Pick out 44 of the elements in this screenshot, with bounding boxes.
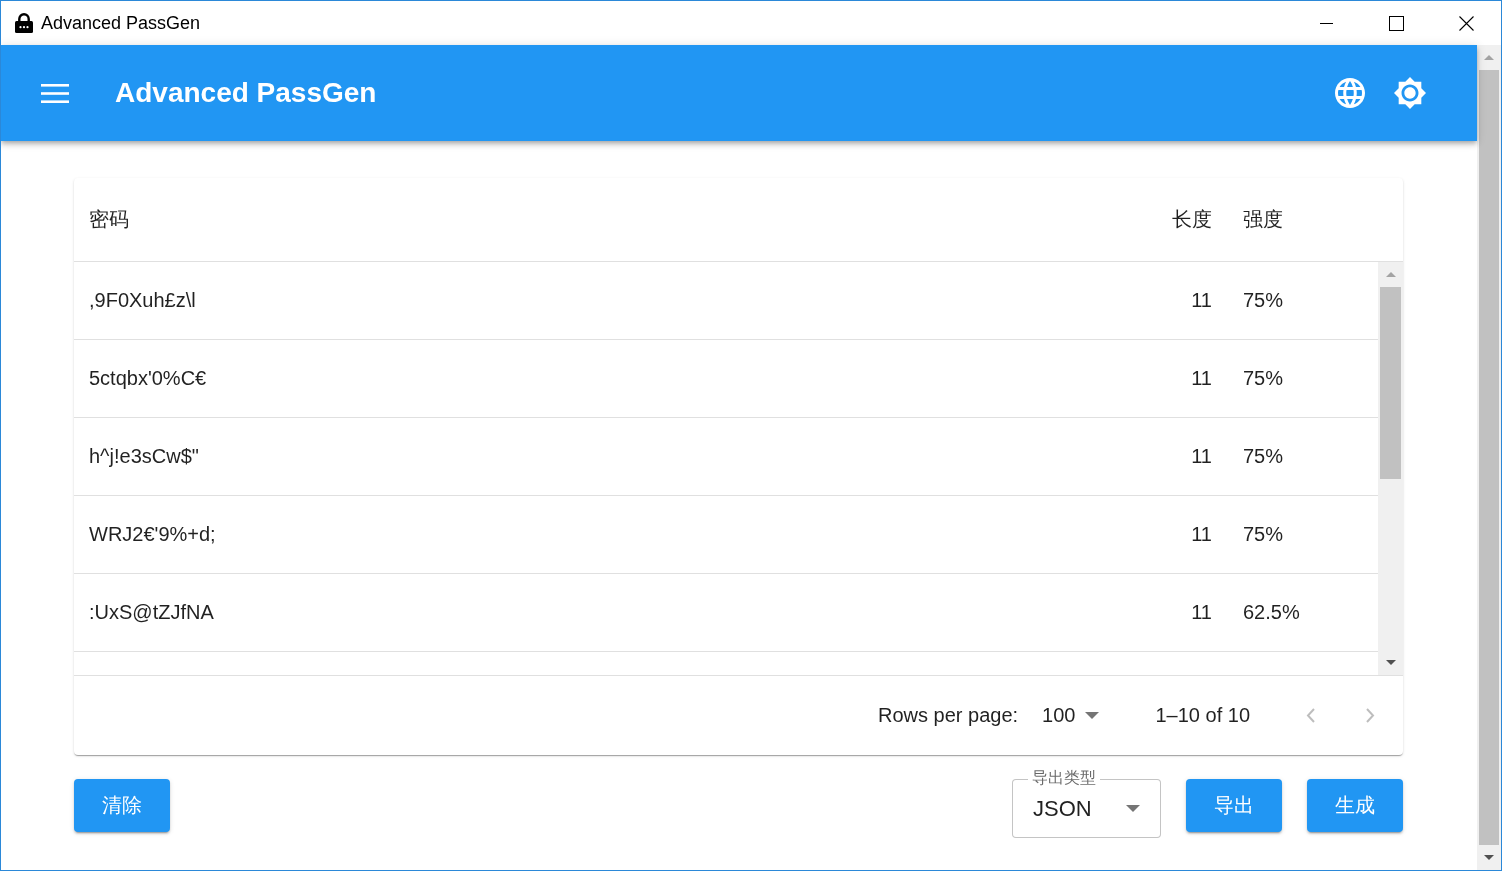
triangle-down-icon [1484, 855, 1494, 860]
lock-icon [15, 13, 33, 33]
caret-icon [1085, 712, 1100, 719]
table-cell-text: 75% [1242, 444, 1285, 469]
sun-icon [1394, 77, 1426, 109]
close-icon [1458, 15, 1474, 31]
caret-icon [1126, 805, 1140, 812]
column-header: 密码 [88, 207, 130, 232]
table-cell-text: 5ctqbx'0%C€ [88, 366, 208, 391]
table-cell-text: 75% [1242, 366, 1285, 391]
table-cell-text: 11 [1190, 600, 1213, 625]
table-cell-text: WRJ2€'9%+d; [88, 522, 217, 547]
maximize-icon [1388, 15, 1404, 31]
triangle-up-icon [1484, 55, 1494, 60]
table-cell-text: 11 [1190, 444, 1213, 469]
minimize-icon [1319, 22, 1333, 24]
rows-per-page-select[interactable]: 100 [1042, 704, 1100, 727]
table-cell-text: :UxS@tZJfNA [88, 600, 215, 625]
chevron-right-icon [1365, 708, 1375, 723]
clear-button[interactable]: 清除 [74, 779, 170, 832]
rows-per-page-label: Rows per page: [878, 704, 1019, 727]
app-title: Advanced PassGen [115, 77, 377, 109]
export-button[interactable]: 导出 [1186, 779, 1282, 832]
select-label: 导出类型 [1028, 768, 1100, 788]
table-cell-text: 75% [1242, 522, 1285, 547]
table-cell-text: 75% [1242, 288, 1285, 313]
triangle-down-icon [1385, 660, 1396, 665]
table-cell-text: 11 [1190, 288, 1213, 313]
table-cell-text: 11 [1190, 366, 1213, 391]
window-title: Advanced PassGen [41, 12, 201, 34]
column-header: 强度 [1242, 207, 1284, 232]
page-range-text: 1–10 of 10 [1155, 704, 1250, 727]
menu-icon [41, 83, 69, 103]
globe-icon [1335, 78, 1365, 108]
table-cell-text: 62.5% [1242, 600, 1301, 625]
table-cell-text: ,9F0Xuh£z\l [88, 288, 197, 313]
column-header: 长度 [1171, 207, 1213, 232]
table-cell-text: 11 [1190, 522, 1213, 547]
generate-button[interactable]: 生成 [1307, 779, 1403, 832]
scrollbar-thumb[interactable] [1479, 70, 1499, 845]
triangle-up-icon [1385, 272, 1396, 277]
table-cell-text: h^j!e3sCw$" [88, 444, 200, 469]
scrollbar-thumb[interactable] [1380, 287, 1401, 479]
chevron-left-icon [1305, 708, 1315, 723]
